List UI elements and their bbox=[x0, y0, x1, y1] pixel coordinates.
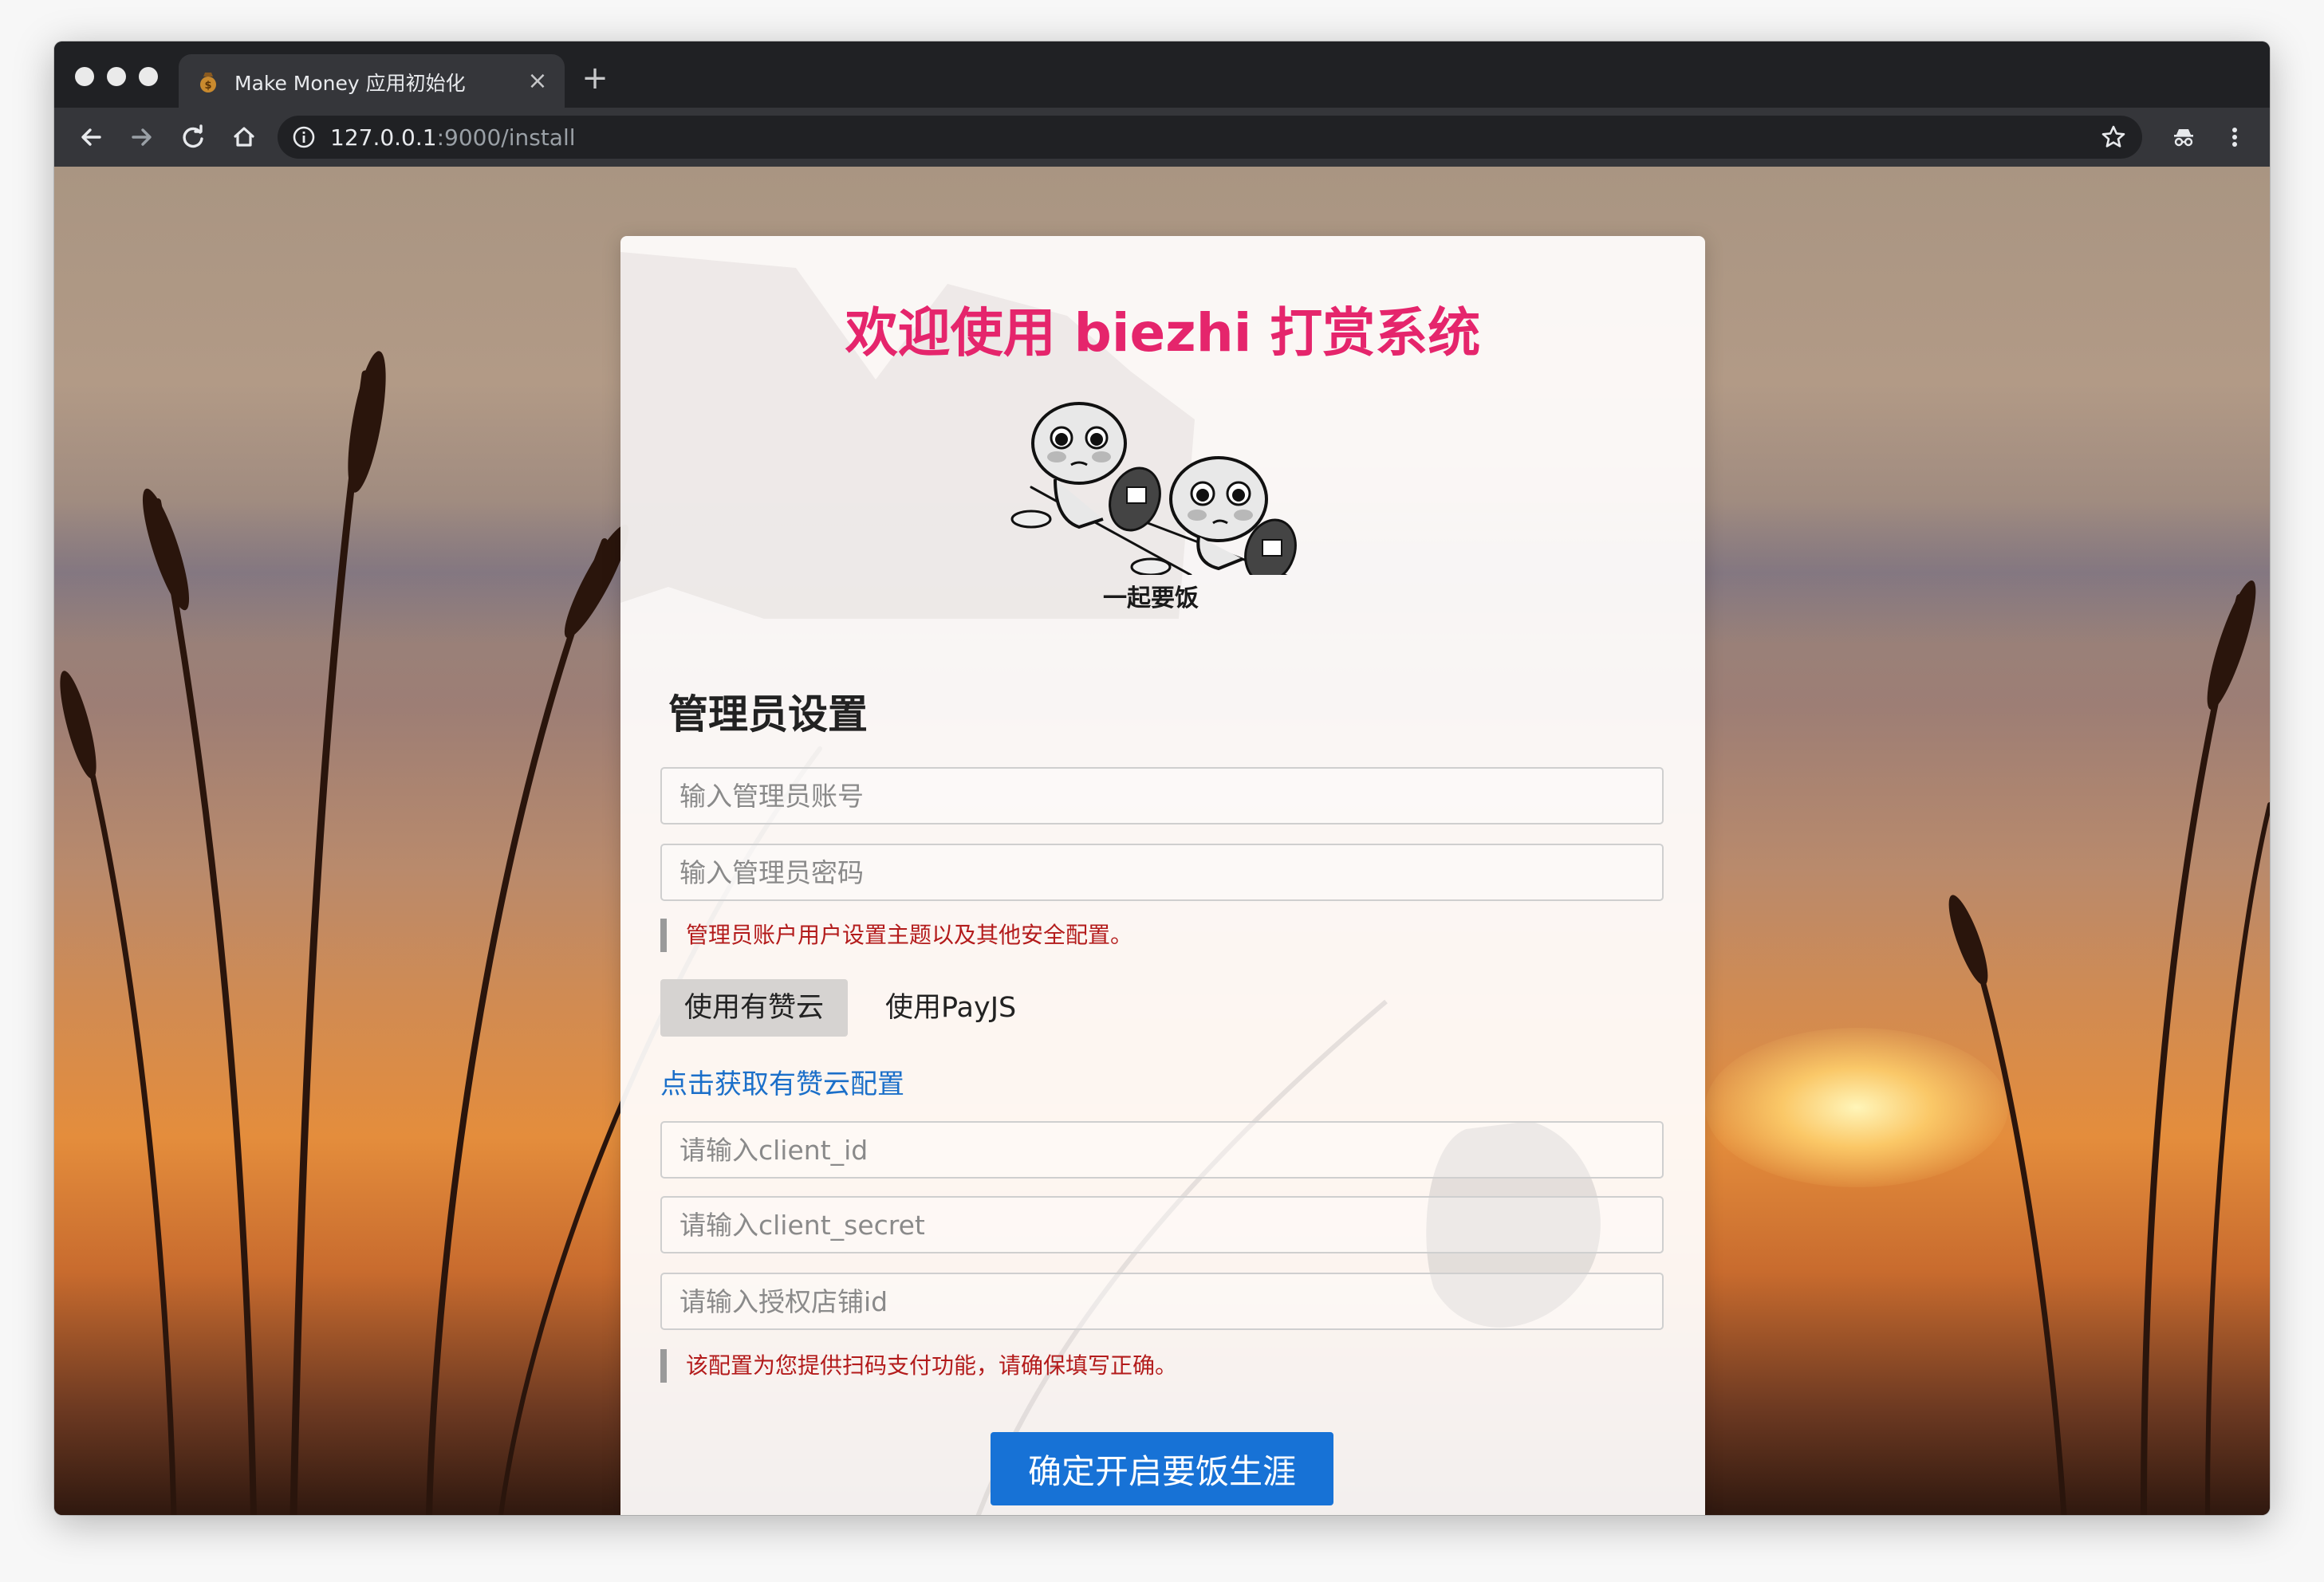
home-icon[interactable] bbox=[226, 120, 262, 155]
meme-illustration: 一起要饭 bbox=[1007, 399, 1328, 623]
reload-icon[interactable] bbox=[175, 120, 211, 155]
forward-arrow-icon[interactable] bbox=[124, 120, 160, 155]
submit-button[interactable]: 确定开启要饭生涯 bbox=[991, 1432, 1333, 1505]
shop-id-input[interactable] bbox=[660, 1273, 1664, 1330]
browser-toolbar: 127.0.0.1:9000/install bbox=[54, 108, 2270, 167]
url-path: :9000/install bbox=[436, 124, 576, 151]
close-window-dot[interactable] bbox=[75, 67, 94, 86]
youzan-config-link[interactable]: 点击获取有赞云配置 bbox=[660, 1062, 904, 1101]
url-host: 127.0.0.1 bbox=[330, 124, 437, 151]
new-tab-icon[interactable]: + bbox=[577, 61, 613, 96]
install-card: 欢迎使用 biezhi 打赏系统 一起要饭 管理员设置 输入管理员账号 管理员账… bbox=[620, 236, 1705, 1515]
meme-caption: 一起要饭 bbox=[1103, 584, 1199, 612]
address-bar[interactable]: 127.0.0.1:9000/install bbox=[278, 116, 2142, 159]
page-title: 欢迎使用 biezhi 打赏系统 bbox=[845, 302, 1481, 364]
admin-hint: 管理员账户用户设置主题以及其他安全配置。 bbox=[660, 919, 1132, 952]
tab-youzan[interactable]: 使用有赞云 bbox=[660, 979, 849, 1037]
svg-text:$: $ bbox=[204, 80, 211, 92]
maximize-window-dot[interactable] bbox=[139, 67, 158, 86]
page-viewport: 欢迎使用 biezhi 打赏系统 一起要饭 管理员设置 输入管理员账号 管理员账… bbox=[54, 167, 2270, 1515]
money-bag-icon: $ bbox=[200, 73, 216, 92]
back-arrow-icon[interactable] bbox=[73, 120, 108, 155]
tab-strip: $ Make Money 应用初始化 × + bbox=[54, 41, 2270, 108]
info-icon[interactable] bbox=[292, 125, 316, 149]
tab-close-icon[interactable]: × bbox=[523, 67, 552, 96]
more-menu-icon[interactable] bbox=[2217, 120, 2252, 155]
beggar-meme-icon bbox=[1010, 402, 1328, 592]
browser-window: $ Make Money 应用初始化 × + 127.0.0.1:9000/in… bbox=[54, 41, 2270, 1515]
browser-tab[interactable]: $ Make Money 应用初始化 × bbox=[179, 54, 565, 108]
tab-payjs[interactable]: 使用PayJS bbox=[861, 979, 1040, 1037]
tab-title: Make Money 应用初始化 bbox=[234, 72, 466, 95]
admin-username-input[interactable] bbox=[660, 767, 1664, 824]
client-id-input[interactable] bbox=[660, 1121, 1664, 1179]
incognito-icon[interactable] bbox=[2166, 120, 2201, 155]
bookmark-star-icon[interactable] bbox=[2099, 123, 2128, 152]
admin-password-input[interactable] bbox=[660, 844, 1664, 901]
admin-section-title: 管理员设置 bbox=[668, 691, 868, 738]
url-text[interactable]: 127.0.0.1:9000/install bbox=[330, 124, 576, 151]
payment-hint: 该配置为您提供扫码支付功能，请确保填写正确。 bbox=[660, 1349, 1177, 1383]
minimize-window-dot[interactable] bbox=[107, 67, 126, 86]
client-secret-input[interactable] bbox=[660, 1196, 1664, 1253]
